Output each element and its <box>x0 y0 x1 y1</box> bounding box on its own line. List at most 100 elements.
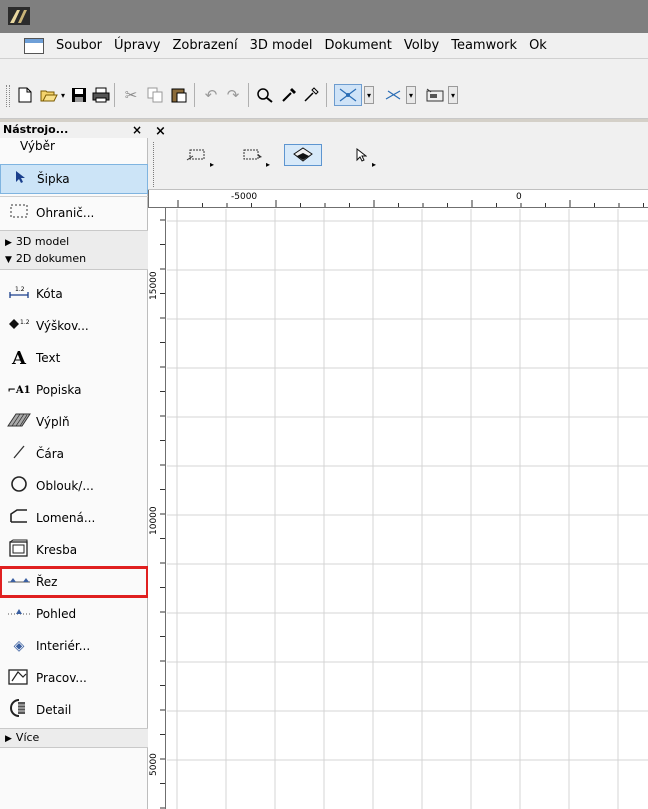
tool-dimension-label: Kóta <box>36 287 63 301</box>
arrow-pointer-icon <box>5 170 35 188</box>
tool-level-dimension[interactable]: 1.2 Výškov... <box>0 311 148 341</box>
pick-up-parameters-icon[interactable] <box>278 84 300 106</box>
toolbar-separator <box>114 83 115 107</box>
tool-elevation[interactable]: Pohled <box>0 599 148 629</box>
ruler-ticks <box>177 200 644 207</box>
drawing-canvas[interactable]: -5000 0 15000 10000 5000 <box>148 190 648 809</box>
expanded-arrow-icon: ▼ <box>5 255 12 265</box>
tool-arrow[interactable]: Šipka <box>0 164 148 194</box>
menu-3d-model[interactable]: 3D model <box>244 38 319 53</box>
tool-section[interactable]: Řez <box>0 566 149 598</box>
snap-guides-dropdown-icon[interactable]: ▾ <box>364 86 374 104</box>
menu-okno[interactable]: Ok <box>523 38 553 53</box>
new-file-icon[interactable] <box>14 84 36 106</box>
selection-method-partial-icon[interactable] <box>184 144 210 166</box>
snap-guides-icon[interactable] <box>334 84 362 106</box>
menu-teamwork[interactable]: Teamwork <box>445 38 523 53</box>
tool-arrow-label: Šipka <box>37 172 70 186</box>
tool-fill[interactable]: Výplň <box>0 407 148 437</box>
guide-lines-icon[interactable] <box>382 84 404 106</box>
open-dropdown-icon[interactable]: ▾ <box>58 86 68 104</box>
group-2d-document-label: 2D dokumen <box>15 252 87 265</box>
open-file-icon[interactable] <box>38 84 60 106</box>
find-select-icon[interactable] <box>254 84 276 106</box>
tool-interior-elevation-label: Interiér... <box>36 639 91 653</box>
paste-icon[interactable] <box>168 84 190 106</box>
detail-icon <box>4 699 34 721</box>
tool-marquee-label: Ohranič... <box>36 206 95 220</box>
toolbox-title: Nástrojo... <box>3 123 69 136</box>
worksheet-icon <box>4 667 34 689</box>
print-icon[interactable] <box>90 84 112 106</box>
group-more[interactable]: ▶ Více <box>0 728 148 747</box>
ruler-label: 15000 <box>149 271 159 300</box>
toolbar-grip[interactable] <box>6 85 10 107</box>
menu-dokument[interactable]: Dokument <box>318 38 397 53</box>
ruler-label: 0 <box>516 192 522 202</box>
group-2d-document[interactable]: ▼ 2D dokumen <box>0 249 148 268</box>
collapsed-arrow-icon: ▶ <box>5 238 12 248</box>
standard-toolbar: ▾ ✂ ↶ ↷ ▾ ▾ ▾ <box>0 59 648 119</box>
tool-elevation-label: Pohled <box>36 607 77 621</box>
save-icon[interactable] <box>68 84 90 106</box>
selection-method-full-icon[interactable] <box>240 144 266 166</box>
dropdown-arrow-icon[interactable]: ▸ <box>372 160 376 169</box>
text-icon: A <box>12 347 26 369</box>
divider <box>0 196 148 197</box>
redo-icon[interactable]: ↷ <box>222 84 244 106</box>
menu-volby[interactable]: Volby <box>398 38 445 53</box>
menu-upravy[interactable]: Úpravy <box>108 38 166 53</box>
group-more-label: Více <box>15 731 40 744</box>
toolbar-separator <box>194 83 195 107</box>
ruler-horizontal: -5000 0 <box>148 190 648 208</box>
tool-worksheet-label: Pracov... <box>36 671 87 685</box>
drawing-icon <box>4 539 34 561</box>
document-window-icon[interactable] <box>24 37 44 54</box>
dropdown-arrow-icon[interactable]: ▸ <box>266 160 270 169</box>
guide-lines-dropdown-icon[interactable]: ▾ <box>406 86 416 104</box>
arc-circle-icon <box>4 475 34 497</box>
toolbox-panel: Nástrojo... × Výběr Šipka Ohranič... ▶ 3D… <box>0 122 149 809</box>
menu-soubor[interactable]: Soubor <box>50 38 108 53</box>
toolbox-header[interactable]: Nástrojo... × <box>0 122 148 138</box>
tool-label[interactable]: ⌐A1 Popiska <box>0 375 148 405</box>
archicad-logo-icon <box>8 7 30 25</box>
tool-detail[interactable]: Detail <box>0 695 148 725</box>
section-icon <box>4 574 34 590</box>
layer-settings-dropdown-icon[interactable]: ▾ <box>448 86 458 104</box>
layer-settings-icon[interactable] <box>424 84 446 106</box>
interior-elevation-icon: ◈ <box>13 638 25 654</box>
tool-worksheet[interactable]: Pracov... <box>0 663 148 693</box>
tool-dimension[interactable]: 1.2 Kóta <box>0 279 148 309</box>
arrow-cursor-icon[interactable] <box>348 144 374 166</box>
ruler-label: 5000 <box>149 753 159 776</box>
drawing-grid <box>167 209 648 809</box>
marquee-icon <box>4 204 34 222</box>
level-dimension-icon: 1.2 <box>4 317 34 335</box>
tool-drawing[interactable]: Kresba <box>0 535 148 565</box>
info-box: × ▸ ▸ ▸ <box>148 122 648 190</box>
title-bar <box>0 0 648 33</box>
dropdown-arrow-icon[interactable]: ▸ <box>210 160 214 169</box>
tool-label-label: Popiska <box>36 383 82 397</box>
cut-icon[interactable]: ✂ <box>120 84 142 106</box>
label-icon: ⌐A1 <box>7 384 31 396</box>
tool-marquee[interactable]: Ohranič... <box>0 198 148 228</box>
toolbox-close-icon[interactable]: × <box>132 122 142 138</box>
tool-interior-elevation[interactable]: ◈ Interiér... <box>0 631 148 661</box>
tool-line[interactable]: Čára <box>0 439 148 469</box>
inject-parameters-icon[interactable] <box>300 84 322 106</box>
info-box-close-icon[interactable]: × <box>155 124 166 139</box>
group-3d-model-label: 3D model <box>15 235 70 248</box>
selection-active-layer-icon[interactable] <box>284 144 322 166</box>
info-box-grip[interactable] <box>153 142 156 187</box>
tool-text[interactable]: A Text <box>0 343 148 373</box>
selection-group-label: Výběr <box>20 139 55 153</box>
menu-zobrazeni[interactable]: Zobrazení <box>166 38 243 53</box>
dimension-icon: 1.2 <box>4 285 34 303</box>
undo-icon[interactable]: ↶ <box>200 84 222 106</box>
tool-arc-circle[interactable]: Oblouk/... <box>0 471 148 501</box>
copy-icon[interactable] <box>144 84 166 106</box>
tool-polyline[interactable]: Lomená... <box>0 503 148 533</box>
svg-text:1.2: 1.2 <box>15 286 25 293</box>
